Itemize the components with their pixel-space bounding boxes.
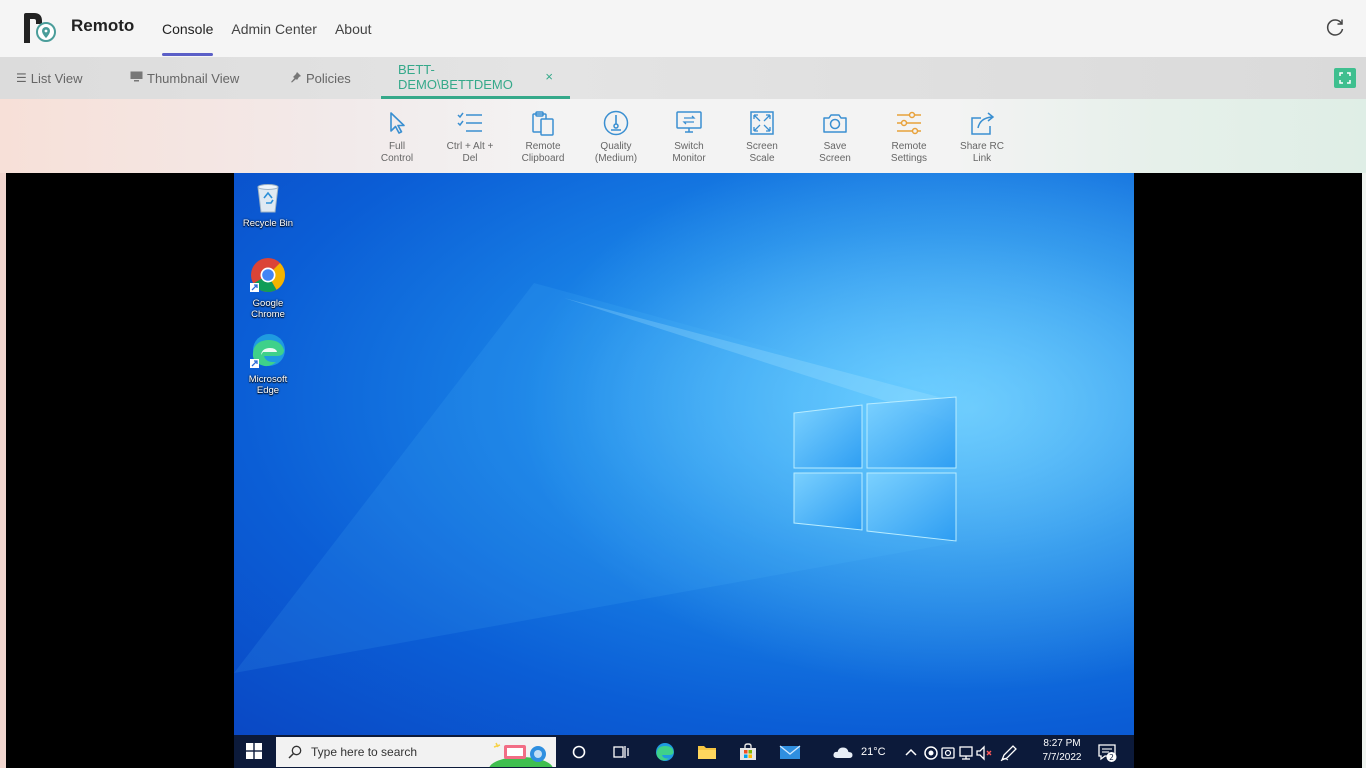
search-placeholder: Type here to search: [311, 745, 418, 759]
weather-temp[interactable]: 21°C: [861, 735, 886, 768]
search-icon: [288, 745, 302, 759]
cursor-icon: [390, 112, 405, 134]
task-view-icon[interactable]: [610, 741, 632, 763]
weather-cloud-icon[interactable]: [832, 742, 854, 764]
screen-scale-button[interactable]: Screen Scale: [727, 109, 797, 167]
tool-label: Screen: [746, 141, 778, 152]
chrome-icon: [250, 258, 285, 292]
mail-icon[interactable]: [779, 741, 801, 763]
switch-monitor-button[interactable]: Switch Monitor: [654, 109, 724, 167]
tab-list-view-label: List View: [30, 70, 83, 86]
search-highlight-icon: [489, 742, 553, 767]
desktop-icon-label: Edge: [256, 385, 280, 396]
remote-desktop[interactable]: Recycle Bin Google Chrome Microsoft Edge: [234, 173, 1134, 735]
tool-label: Ctrl + Alt +: [446, 141, 494, 152]
tool-label: Switch: [674, 141, 704, 152]
windows-taskbar: Type here to search 21°C 8:27 PM 7/7/202…: [234, 735, 1134, 768]
tool-label: Link: [972, 153, 992, 164]
chevron-up-icon[interactable]: [900, 742, 922, 764]
list-icon: ☰: [16, 71, 27, 85]
brand-name: Remoto: [71, 16, 135, 35]
share-rc-link-button[interactable]: Share RC Link: [947, 109, 1017, 167]
quality-button[interactable]: Quality (Medium): [581, 109, 651, 167]
clock-time: 8:27 PM: [1043, 738, 1081, 749]
pen-icon[interactable]: [998, 742, 1020, 764]
tab-session-label: BETT-DEMO\BETTDEMO: [398, 61, 513, 92]
scale-icon: [750, 111, 774, 135]
tool-label: Control: [380, 153, 414, 164]
tab-thumbnail-view[interactable]: Thumbnail View: [130, 57, 239, 99]
remoto-logo-icon: [22, 12, 58, 44]
desktop-icon-label: Microsoft: [248, 374, 288, 385]
microsoft-store-icon[interactable]: [737, 741, 759, 763]
desktop-icon-label: Recycle Bin: [242, 218, 294, 229]
nav-console[interactable]: Console: [162, 0, 214, 57]
tool-label: Screen: [819, 153, 851, 164]
clock-date: 7/7/2022: [1042, 752, 1082, 763]
app-header: Remoto Console Admin Center About: [0, 0, 1366, 57]
tab-list-view[interactable]: ☰ List View: [16, 57, 83, 99]
main-nav: Console Admin Center About: [162, 0, 390, 57]
share-icon: [971, 112, 995, 135]
desktop-icon-google-chrome[interactable]: Google Chrome: [236, 255, 300, 320]
clipboard-icon: [532, 111, 554, 136]
cortana-icon[interactable]: [568, 741, 590, 763]
monitor-icon: [676, 111, 702, 133]
notification-count: 2: [1109, 753, 1114, 762]
save-screen-button[interactable]: Save Screen: [800, 109, 870, 167]
tool-label: Clipboard: [521, 153, 565, 164]
tool-label: Scale: [749, 153, 775, 164]
desktop-icon-label: Google: [252, 298, 284, 309]
refresh-icon[interactable]: [1324, 17, 1346, 39]
checklist-icon: [457, 112, 482, 132]
full-control-button[interactable]: Full Control: [362, 109, 432, 167]
gauge-icon: [603, 110, 629, 136]
edge-icon: [250, 334, 285, 368]
windows-start-icon[interactable]: [246, 743, 262, 759]
remote-settings-button[interactable]: Remote Settings: [874, 109, 944, 167]
tab-session-bett-demo[interactable]: BETT-DEMO\BETTDEMO ×: [381, 57, 570, 99]
notifications-icon[interactable]: 2: [1096, 741, 1118, 763]
tool-label: Settings: [890, 153, 928, 164]
tool-label: Remote: [891, 141, 927, 152]
desktop-icon-microsoft-edge[interactable]: Microsoft Edge: [236, 331, 300, 396]
close-icon[interactable]: ×: [545, 69, 553, 84]
tool-label: Monitor: [672, 153, 706, 164]
sliders-icon: [897, 111, 921, 135]
pin-icon: [290, 71, 302, 86]
edge-taskbar-icon[interactable]: [654, 741, 676, 763]
remote-clipboard-button[interactable]: Remote Clipboard: [508, 109, 578, 167]
nav-about[interactable]: About: [335, 0, 372, 57]
tool-label: (Medium): [594, 153, 638, 164]
view-tabs: ☰ List View Thumbnail View Policies BETT…: [0, 57, 1366, 99]
taskbar-clock[interactable]: 8:27 PM 7/7/2022: [1034, 737, 1090, 765]
tool-label: Full: [388, 141, 406, 152]
desktop-icon-recycle-bin[interactable]: Recycle Bin: [236, 179, 300, 229]
camera-icon: [823, 114, 847, 133]
tool-label: Share RC: [960, 141, 1004, 152]
monitor-small-icon: [130, 71, 143, 85]
ctrl-alt-del-button[interactable]: Ctrl + Alt + Del: [435, 109, 505, 167]
taskbar-search-box[interactable]: Type here to search: [276, 737, 556, 767]
fullscreen-icon[interactable]: [1334, 68, 1356, 88]
recycle-bin-icon: [257, 184, 279, 213]
viewport-edge-right: [1362, 173, 1366, 768]
nav-admin-center[interactable]: Admin Center: [231, 0, 317, 57]
desktop-icon-label: Chrome: [251, 309, 285, 320]
windows-wallpaper: [234, 173, 1134, 735]
tool-label: Remote: [525, 141, 561, 152]
tool-label: Quality: [600, 141, 632, 152]
tab-policies[interactable]: Policies: [290, 57, 351, 99]
tool-label: Del: [462, 153, 478, 164]
tool-label: Save: [823, 141, 847, 152]
tab-policies-label: Policies: [306, 70, 351, 86]
file-explorer-icon[interactable]: [696, 741, 718, 763]
volume-muted-icon[interactable]: [974, 742, 996, 764]
tab-thumbnail-view-label: Thumbnail View: [147, 70, 240, 86]
